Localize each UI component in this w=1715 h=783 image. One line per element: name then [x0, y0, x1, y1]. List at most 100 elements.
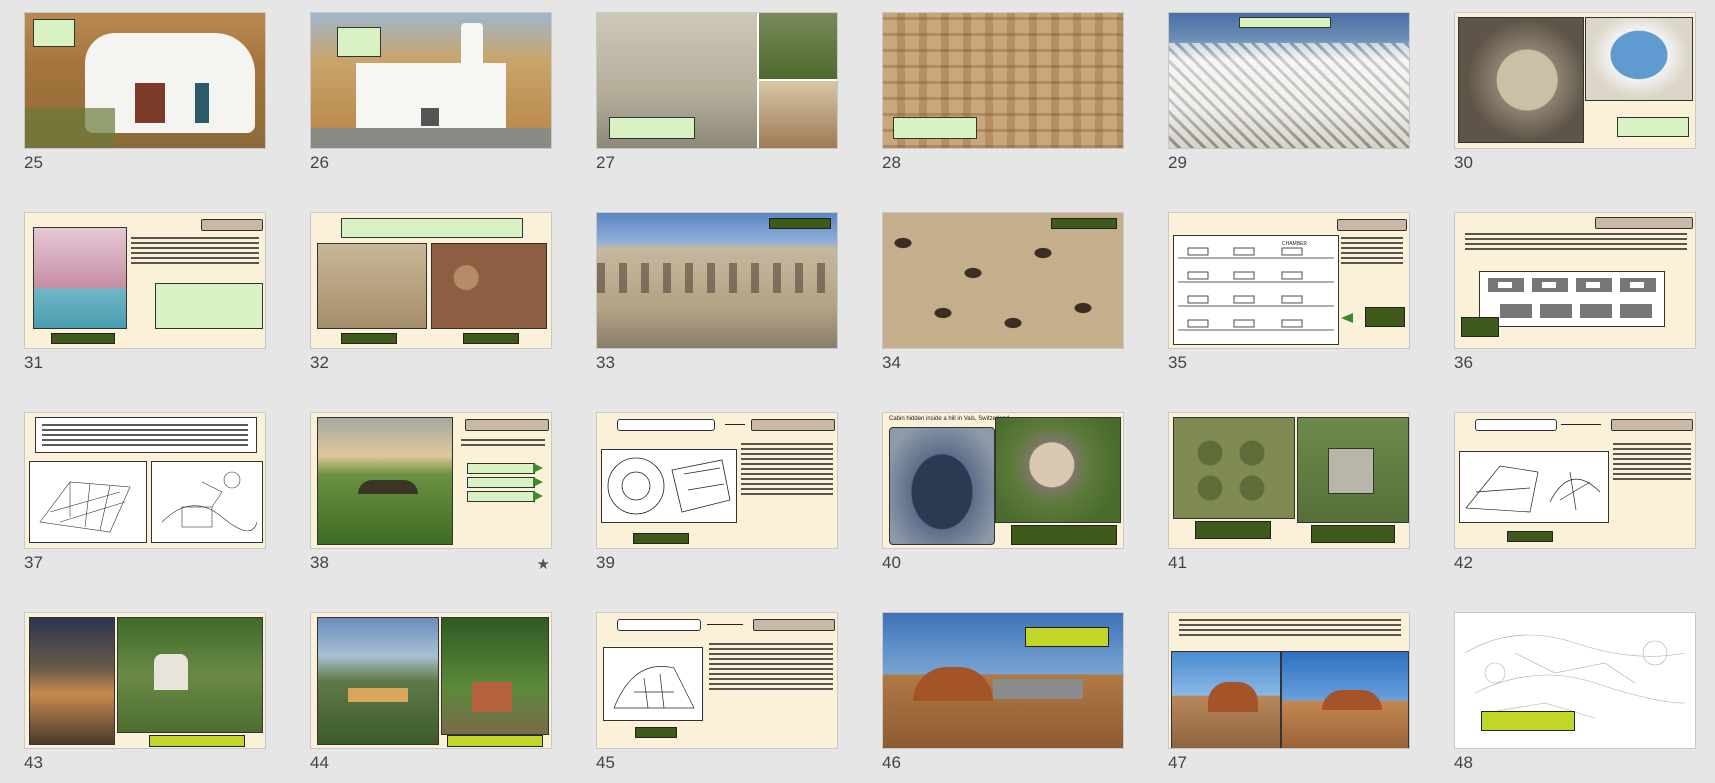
slide-thumbnail-47[interactable]: 47 — [1168, 612, 1410, 772]
slide-thumbnail-37[interactable]: 37 — [24, 412, 266, 572]
sea-view-image — [1585, 17, 1693, 101]
image-caption — [1051, 218, 1117, 229]
slide-preview: CHAMBER — [1168, 212, 1410, 349]
round-courtyard-image — [995, 417, 1121, 523]
slide-number: 30 — [1454, 153, 1473, 172]
earth-sheltered-types-diagram — [1479, 271, 1665, 327]
star-icon[interactable]: ★ — [537, 555, 550, 573]
arrow-left-icon — [1341, 313, 1353, 323]
body-text — [131, 237, 259, 267]
slide-thumbnail-45[interactable]: 45 — [596, 612, 838, 772]
image-caption — [1365, 307, 1405, 327]
slide-title-tag — [751, 419, 835, 431]
slide-thumbnail-25[interactable]: 25 — [24, 12, 266, 172]
rusted-hill-image — [913, 667, 993, 701]
slide-thumbnail-31[interactable]: 31 — [24, 212, 266, 372]
hill-house-image — [317, 417, 453, 545]
interior-image — [759, 81, 837, 148]
brick-house-image — [472, 682, 512, 712]
slide-title-tag — [465, 419, 549, 431]
arrow-left-icon — [725, 424, 745, 425]
caption-box — [893, 117, 977, 139]
slide-number: 33 — [596, 353, 615, 372]
body-text — [1465, 233, 1687, 253]
slide-number: 26 — [310, 153, 329, 172]
rusted-hill-image — [1208, 682, 1258, 712]
slide-preview — [1168, 612, 1410, 749]
body-text — [709, 643, 833, 693]
slide-number: 28 — [882, 153, 901, 172]
slide-thumbnail-27[interactable]: 27 — [596, 12, 838, 172]
slide-number: 45 — [596, 753, 615, 772]
chevron-right-icon — [533, 491, 543, 501]
sketch-drawing — [601, 449, 737, 523]
caption-box — [1617, 117, 1689, 137]
slide-number: 27 — [596, 153, 615, 172]
image-caption — [1311, 525, 1395, 543]
slide-thumbnail-34[interactable]: 34 — [882, 212, 1124, 372]
text-box — [35, 417, 257, 453]
arrow-left-icon — [1561, 424, 1601, 425]
slide-thumbnail-38[interactable]: 38 ★ — [310, 412, 552, 573]
slide-thumbnail-29[interactable]: 29 — [1168, 12, 1410, 172]
slide-thumbnail-41[interactable]: 41 — [1168, 412, 1410, 572]
slide-number: 37 — [24, 553, 43, 572]
pit-houses-image — [883, 213, 1123, 348]
slide-thumbnail-46[interactable]: 46 — [882, 612, 1124, 772]
caption-box — [609, 117, 695, 139]
slide-preview — [596, 212, 838, 349]
slide-preview — [1454, 212, 1696, 349]
slide-thumbnail-32[interactable]: 32 — [310, 212, 552, 372]
slide-preview — [310, 12, 552, 149]
slide-number: 31 — [24, 353, 43, 372]
highlight-box — [155, 283, 263, 329]
sketch-drawing — [603, 647, 703, 721]
image-caption — [1507, 531, 1553, 542]
slide-number: 25 — [24, 153, 43, 172]
list-item-box — [467, 491, 535, 502]
caption-box — [1239, 17, 1331, 28]
slide-thumbnail-44[interactable]: 44 — [310, 612, 552, 772]
slide-thumbnail-35[interactable]: CHAMBER 35 — [1168, 212, 1410, 372]
image-caption — [1461, 317, 1499, 337]
slide-thumbnail-39[interactable]: 39 — [596, 412, 838, 572]
slide-thumbnail-28[interactable]: 28 — [882, 12, 1124, 172]
body-text — [1179, 619, 1401, 639]
slide-preview — [882, 12, 1124, 149]
image-caption — [341, 333, 397, 344]
hillside-house-image — [317, 617, 439, 745]
chevron-right-icon — [533, 463, 543, 473]
body-text — [1341, 237, 1403, 267]
slide-thumbnail-48[interactable]: 48 — [1454, 612, 1696, 772]
slide-thumbnail-30[interactable]: 30 — [1454, 12, 1696, 172]
slide-thumbnail-36[interactable]: 36 — [1454, 212, 1696, 372]
slide-preview — [882, 612, 1124, 749]
image-caption — [149, 735, 245, 747]
slide-number: 40 — [882, 553, 901, 572]
slide-number: 34 — [882, 353, 901, 372]
slide-number: 42 — [1454, 553, 1473, 572]
chamber-label: CHAMBER — [1282, 241, 1307, 247]
courtyard-image — [1328, 448, 1374, 494]
slide-thumbnail-26[interactable]: 26 — [310, 12, 552, 172]
image-caption — [1195, 521, 1271, 539]
slide-preview — [310, 612, 552, 749]
glass-facade-image — [348, 688, 408, 702]
canyon-image — [759, 13, 837, 79]
slide-preview — [1168, 12, 1410, 149]
slide-number: 44 — [310, 753, 329, 772]
slide-thumbnail-43[interactable]: 43 — [24, 612, 266, 772]
list-item-box — [467, 463, 535, 474]
slide-thumbnail-42[interactable]: 42 — [1454, 412, 1696, 572]
chevron-right-icon — [533, 477, 543, 487]
subtitle-box — [617, 619, 701, 631]
atrium-house-image — [1297, 417, 1409, 523]
caption-box — [337, 27, 381, 57]
arrow-left-icon — [707, 624, 743, 625]
slide-thumbnail-40[interactable]: Cabin hidden inside a hill in Vals, Swit… — [882, 412, 1124, 572]
slide-number: 46 — [882, 753, 901, 772]
slide-number: 43 — [24, 753, 43, 772]
white-house-image — [154, 654, 188, 690]
body-text — [461, 439, 545, 449]
slide-thumbnail-33[interactable]: 33 — [596, 212, 838, 372]
